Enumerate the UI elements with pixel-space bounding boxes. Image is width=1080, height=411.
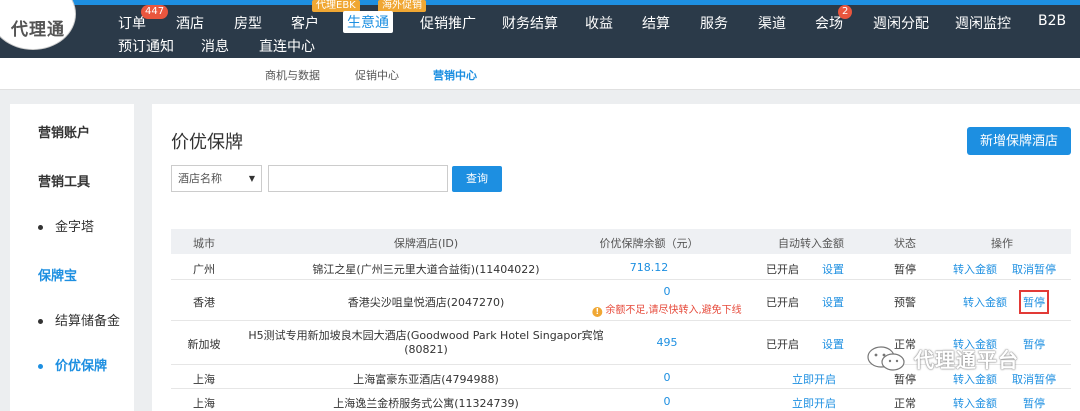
nav-finance[interactable]: 财务结算 — [502, 13, 558, 33]
chat-bubble-icon — [867, 345, 905, 371]
cell-status: 暂停 — [894, 373, 916, 386]
table-header: 城市 保牌酒店(ID) 价优保牌余额（元） 自动转入金额 状态 操作 — [171, 229, 1071, 254]
logo-text: 代理通 — [11, 20, 65, 40]
sidebar-item-label: 价优保牌 — [55, 359, 108, 374]
top-nav: 代理通 代理EBK 海外促销 订单 447 酒店 房型 客户 生意通 促销推广 … — [0, 0, 1080, 58]
cell-balance: 495 — [656, 336, 678, 349]
cell-city: 上海 — [193, 397, 215, 410]
table-row: 香港 香港尖沙咀皇悦酒店(2047270) 0 ! 余额不足,请尽快转入,避免下线… — [171, 280, 1071, 321]
cancel-pause-link[interactable]: 取消暂停 — [1012, 261, 1056, 277]
nav-allocation[interactable]: 週闲分配 — [873, 13, 929, 33]
sidebar-item-label: 金字塔 — [55, 220, 95, 235]
nav-monitor[interactable]: 週闲监控 — [955, 13, 1011, 33]
bullet-icon — [38, 225, 43, 230]
orders-badge: 447 — [141, 5, 169, 19]
nav-channel[interactable]: 渠道 — [758, 13, 786, 33]
nav-customers[interactable]: 客户 — [291, 13, 319, 33]
cell-hotel: 上海富豪东亚酒店(4794988) — [353, 373, 499, 386]
page-title: 价优保牌 — [171, 132, 243, 153]
cell-city: 上海 — [193, 373, 215, 386]
cell-city: 香港 — [193, 296, 215, 309]
sidebar-item-pyramid[interactable]: 金字塔 — [38, 216, 94, 235]
cell-hotel: H5测试专用新加坡良木园大酒店(Goodwood Park Hotel Sing… — [248, 329, 604, 342]
subnav-promotion-center[interactable]: 促销中心 — [355, 67, 399, 83]
cell-balance: 0 — [663, 395, 671, 408]
cell-city: 广州 — [193, 263, 215, 276]
sidebar-brand-protection[interactable]: 保牌宝 — [38, 265, 77, 284]
sidebar-item-label: 结算储备金 — [55, 314, 121, 329]
enable-now-link[interactable]: 立即开启 — [792, 395, 836, 411]
col-auto-transfer: 自动转入金额 — [778, 237, 844, 250]
warning-icon: ! — [592, 307, 603, 317]
bullet-icon — [38, 364, 43, 369]
cell-auto-status: 已开启 — [766, 296, 799, 309]
auto-settings-link[interactable]: 设置 — [822, 336, 844, 352]
cell-status: 正常 — [894, 397, 916, 410]
nav-settlement[interactable]: 结算 — [642, 13, 670, 33]
nav-business[interactable]: 生意通 — [343, 11, 393, 33]
cell-balance: 0 — [663, 285, 671, 298]
subnav-marketing-center[interactable]: 营销中心 — [433, 67, 477, 83]
cell-balance: 718.12 — [629, 261, 669, 274]
pause-link[interactable]: 暂停 — [1023, 395, 1045, 411]
venue-badge: 2 — [838, 5, 853, 19]
select-value: 酒店名称 — [178, 172, 222, 185]
cell-hotel-id: (80821) — [404, 343, 448, 356]
auto-settings-link[interactable]: 设置 — [822, 261, 844, 277]
nav-promotion[interactable]: 促销推广 — [420, 13, 476, 33]
sidebar-item-reserve[interactable]: 结算储备金 — [38, 310, 120, 329]
cell-balance: 0 — [663, 371, 671, 384]
enable-now-link[interactable]: 立即开启 — [792, 371, 836, 387]
pause-link[interactable]: 暂停 — [1023, 336, 1045, 352]
logo[interactable]: 代理通 — [0, 0, 76, 50]
sidebar-item-guarantee[interactable]: 价优保牌 — [38, 355, 107, 374]
add-guarantee-hotel-button[interactable]: 新增保牌酒店 — [967, 127, 1071, 155]
cell-status: 预警 — [894, 296, 916, 309]
nav-service[interactable]: 服务 — [700, 13, 728, 33]
transfer-amount-link[interactable]: 转入金额 — [963, 294, 1007, 310]
cell-auto-status: 已开启 — [766, 338, 799, 351]
auto-settings-link[interactable]: 设置 — [822, 294, 844, 310]
table-row: 广州 锦江之星(广州三元里大道合益街)(11404022) 718.12 已开启… — [171, 254, 1071, 280]
watermark: 代理通平台 — [866, 344, 1019, 373]
subnav-business-data[interactable]: 商机与数据 — [265, 67, 320, 83]
nav-revenue[interactable]: 收益 — [585, 13, 613, 33]
warning-text: 余额不足,请尽快转入,避免下线 — [605, 305, 742, 316]
sidebar-marketing-tools[interactable]: 营销工具 — [38, 171, 90, 190]
col-status: 状态 — [894, 237, 916, 250]
watermark-text: 代理通平台 — [914, 348, 1019, 372]
sidebar-marketing-account[interactable]: 营销账户 — [38, 122, 90, 141]
cell-auto-status: 已开启 — [766, 263, 799, 276]
nav-b2b[interactable]: B2B — [1038, 13, 1066, 29]
cell-city: 新加坡 — [187, 338, 221, 351]
query-button[interactable]: 查询 — [452, 166, 502, 192]
balance-warning: ! 余额不足,请尽快转入,避免下线 — [592, 301, 742, 317]
nav-messages[interactable]: 消息 — [201, 36, 229, 56]
col-hotel: 保牌酒店(ID) — [393, 237, 459, 250]
cell-hotel: 香港尖沙咀皇悦酒店(2047270) — [347, 296, 505, 309]
caret-down-icon: ▼ — [248, 174, 255, 183]
pause-link[interactable]: 暂停 — [1019, 290, 1049, 314]
nav-hotels[interactable]: 酒店 — [176, 13, 204, 33]
search-input[interactable] — [268, 165, 448, 192]
transfer-amount-link[interactable]: 转入金额 — [953, 261, 997, 277]
cancel-pause-link[interactable]: 取消暂停 — [1012, 371, 1056, 387]
col-actions: 操作 — [991, 237, 1013, 250]
col-city: 城市 — [193, 237, 215, 250]
transfer-amount-link[interactable]: 转入金额 — [953, 395, 997, 411]
table-row: 上海 上海逸兰金桥服务式公寓(11324739) 0 立即开启 正常 转入金额 … — [171, 389, 1071, 411]
nav-roomtypes[interactable]: 房型 — [234, 13, 262, 33]
transfer-amount-link[interactable]: 转入金额 — [953, 371, 997, 387]
nav-booking-notice[interactable]: 预订通知 — [118, 36, 174, 56]
sub-nav: 商机与数据 促销中心 营销中心 — [0, 58, 1080, 90]
hotel-name-select[interactable]: 酒店名称 ▼ — [171, 165, 262, 192]
nav-direct-center[interactable]: 直连中心 — [259, 36, 315, 56]
bullet-icon — [38, 319, 43, 324]
cell-status: 暂停 — [894, 263, 916, 276]
cell-hotel: 锦江之星(广州三元里大道合益街)(11404022) — [312, 263, 540, 276]
cell-hotel: 上海逸兰金桥服务式公寓(11324739) — [333, 397, 519, 410]
col-balance: 价优保牌余额（元） — [599, 237, 699, 250]
sidebar: 营销账户 营销工具 金字塔 保牌宝 结算储备金 价优保牌 — [10, 104, 134, 411]
